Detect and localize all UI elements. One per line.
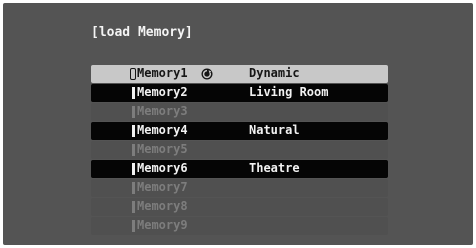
memory-name: Memory4	[137, 123, 188, 137]
memory-row-4[interactable]: Memory4 Natural	[91, 122, 388, 140]
memory-slot-indicator	[130, 68, 136, 80]
osd-screen: [load Memory] Memory1 Dynamic Memory2 Li…	[3, 3, 473, 245]
memory-name: Memory2	[137, 85, 188, 99]
memory-row-1[interactable]: Memory1 Dynamic	[91, 65, 388, 83]
memory-name: Memory1	[137, 66, 188, 80]
memory-name: Memory7	[137, 180, 188, 194]
memory-list: Memory1 Dynamic Memory2 Living Room Memo…	[91, 65, 388, 236]
memory-name: Memory8	[137, 199, 188, 213]
memory-row-9[interactable]: Memory9	[91, 217, 388, 235]
memory-name: Memory9	[137, 218, 188, 232]
memory-row-2[interactable]: Memory2 Living Room	[91, 84, 388, 102]
memory-row-3[interactable]: Memory3	[91, 103, 388, 121]
memory-mode: Theatre	[249, 161, 300, 175]
memory-slot-indicator	[132, 201, 135, 213]
memory-row-5[interactable]: Memory5	[91, 141, 388, 159]
memory-mode: Natural	[249, 123, 300, 137]
refresh-circle-icon	[201, 68, 213, 80]
memory-mode: Dynamic	[249, 66, 300, 80]
memory-mode: Living Room	[249, 85, 329, 99]
memory-slot-indicator	[132, 106, 135, 118]
memory-slot-indicator	[132, 163, 135, 175]
memory-slot-indicator	[132, 182, 135, 194]
memory-row-7[interactable]: Memory7	[91, 179, 388, 197]
memory-row-8[interactable]: Memory8	[91, 198, 388, 216]
memory-row-6[interactable]: Memory6 Theatre	[91, 160, 388, 178]
memory-slot-indicator	[132, 87, 135, 99]
memory-slot-indicator	[132, 220, 135, 232]
memory-name: Memory5	[137, 142, 188, 156]
memory-slot-indicator	[132, 125, 135, 137]
memory-name: Memory3	[137, 104, 188, 118]
dialog-title: [load Memory]	[91, 25, 193, 40]
memory-name: Memory6	[137, 161, 188, 175]
memory-slot-indicator	[132, 144, 135, 156]
